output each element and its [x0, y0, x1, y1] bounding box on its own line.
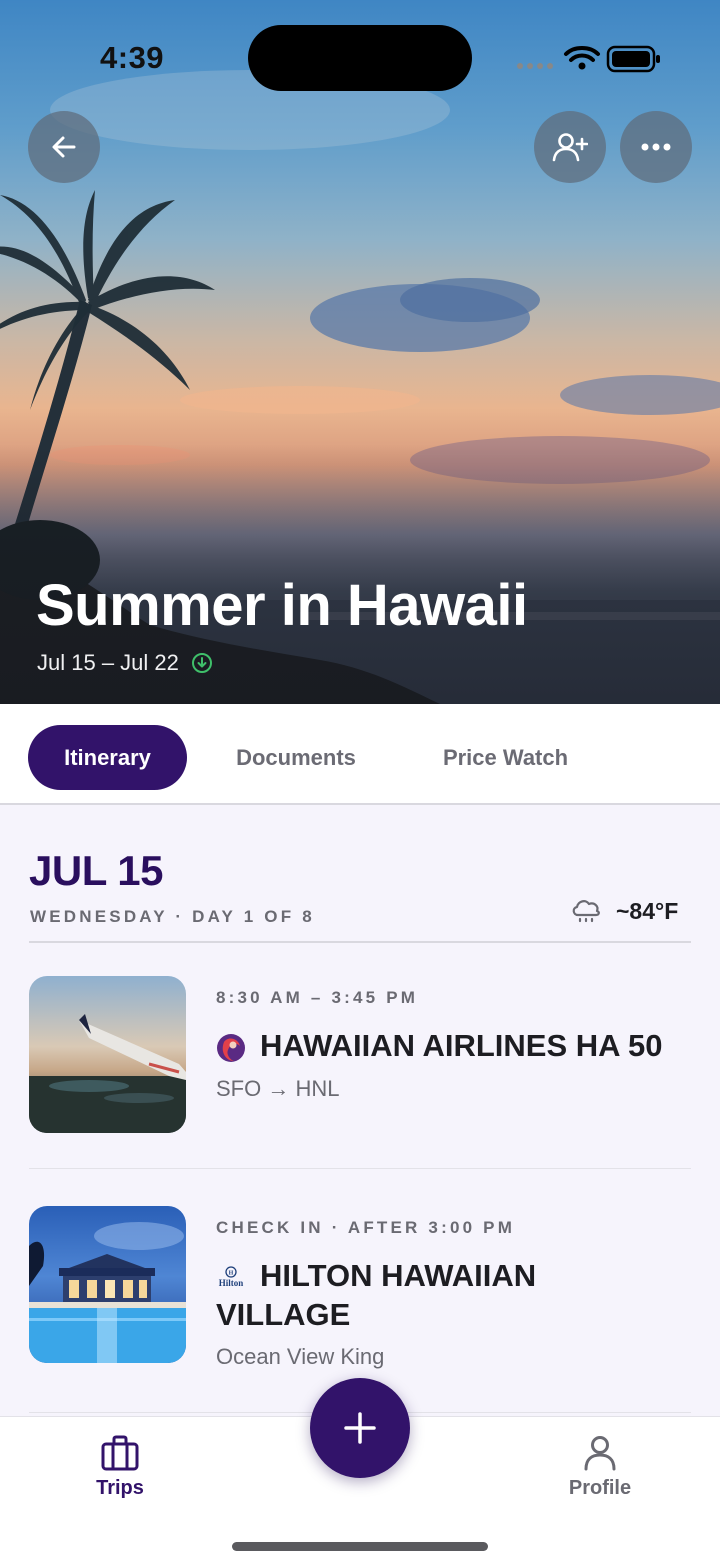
hotel-pool-photo — [29, 1206, 186, 1363]
suitcase-icon — [101, 1435, 139, 1471]
flight-time: 8:30 AM – 3:45 PM — [216, 988, 419, 1007]
nav-profile-label: Profile — [568, 1477, 632, 1499]
cellular-signal-icon — [517, 63, 553, 69]
nav-trips[interactable]: Trips — [60, 1435, 180, 1500]
wifi-icon — [564, 46, 600, 62]
invite-traveler-button[interactable] — [534, 111, 606, 183]
weather-forecast: ~84°F — [570, 895, 678, 927]
airplane-wing-photo — [29, 976, 186, 1133]
hilton-logo: H Hilton — [219, 1266, 244, 1288]
flight-title-text: HAWAIIAN AIRLINES HA 50 — [260, 1028, 663, 1063]
status-icons — [517, 45, 660, 73]
day-divider — [29, 941, 691, 943]
svg-text:Hilton: Hilton — [219, 1278, 244, 1288]
more-horizontal-icon — [641, 143, 671, 151]
more-options-button[interactable] — [620, 111, 692, 183]
back-button[interactable] — [28, 111, 100, 183]
day-subtitle: WEDNESDAY · DAY 1 OF 8 — [30, 907, 315, 926]
trip-dates: Jul 15 – Jul 22 — [37, 650, 213, 676]
user-icon — [584, 1436, 616, 1471]
user-plus-icon — [552, 133, 588, 162]
weather-temperature: ~84°F — [616, 897, 679, 924]
trip-tabs: Itinerary Documents Price Watch — [0, 704, 720, 805]
plus-icon — [344, 1412, 376, 1444]
tab-price-watch[interactable]: Price Watch — [418, 725, 593, 790]
status-time: 4:39 — [100, 40, 165, 75]
hotel-title-line2: VILLAGE — [216, 1297, 351, 1332]
flight-thumbnail[interactable] — [29, 976, 186, 1133]
tab-documents[interactable]: Documents — [212, 725, 380, 790]
svg-text:H: H — [229, 1270, 234, 1276]
home-indicator[interactable] — [232, 1542, 488, 1551]
flight-title[interactable]: HAWAIIAN AIRLINES HA 50 — [216, 1026, 662, 1065]
trip-date-range: Jul 15 – Jul 22 — [37, 650, 179, 675]
battery-icon — [606, 45, 660, 73]
trip-hero: 4:39 Summer in Hawaii Jul 15 – Jul 22 — [0, 0, 720, 704]
add-plan-button[interactable] — [310, 1378, 410, 1478]
item-divider — [29, 1168, 691, 1169]
hawaiian-airlines-logo — [217, 1033, 245, 1062]
hotel-room-type: Ocean View King — [216, 1344, 385, 1369]
arrow-left-icon — [52, 136, 76, 158]
dynamic-island — [248, 25, 472, 91]
flight-route: SFO → HNL — [216, 1076, 340, 1101]
hotel-thumbnail[interactable] — [29, 1206, 186, 1363]
tab-itinerary[interactable]: Itinerary — [28, 725, 187, 790]
trip-title: Summer in Hawaii — [36, 573, 528, 638]
hotel-title-line1: HILTON HAWAIIAN — [260, 1258, 537, 1293]
day-date: JUL 15 — [29, 847, 163, 894]
hotel-title[interactable]: H Hilton HILTON HAWAIIAN VILLAGE — [216, 1256, 536, 1334]
hotel-check-in-time: CHECK IN · AFTER 3:00 PM — [216, 1218, 516, 1237]
nav-trips-label: Trips — [96, 1477, 144, 1499]
cloud-drizzle-icon — [572, 900, 600, 923]
nav-profile[interactable]: Profile — [540, 1435, 660, 1500]
offline-download-icon[interactable] — [191, 652, 213, 674]
